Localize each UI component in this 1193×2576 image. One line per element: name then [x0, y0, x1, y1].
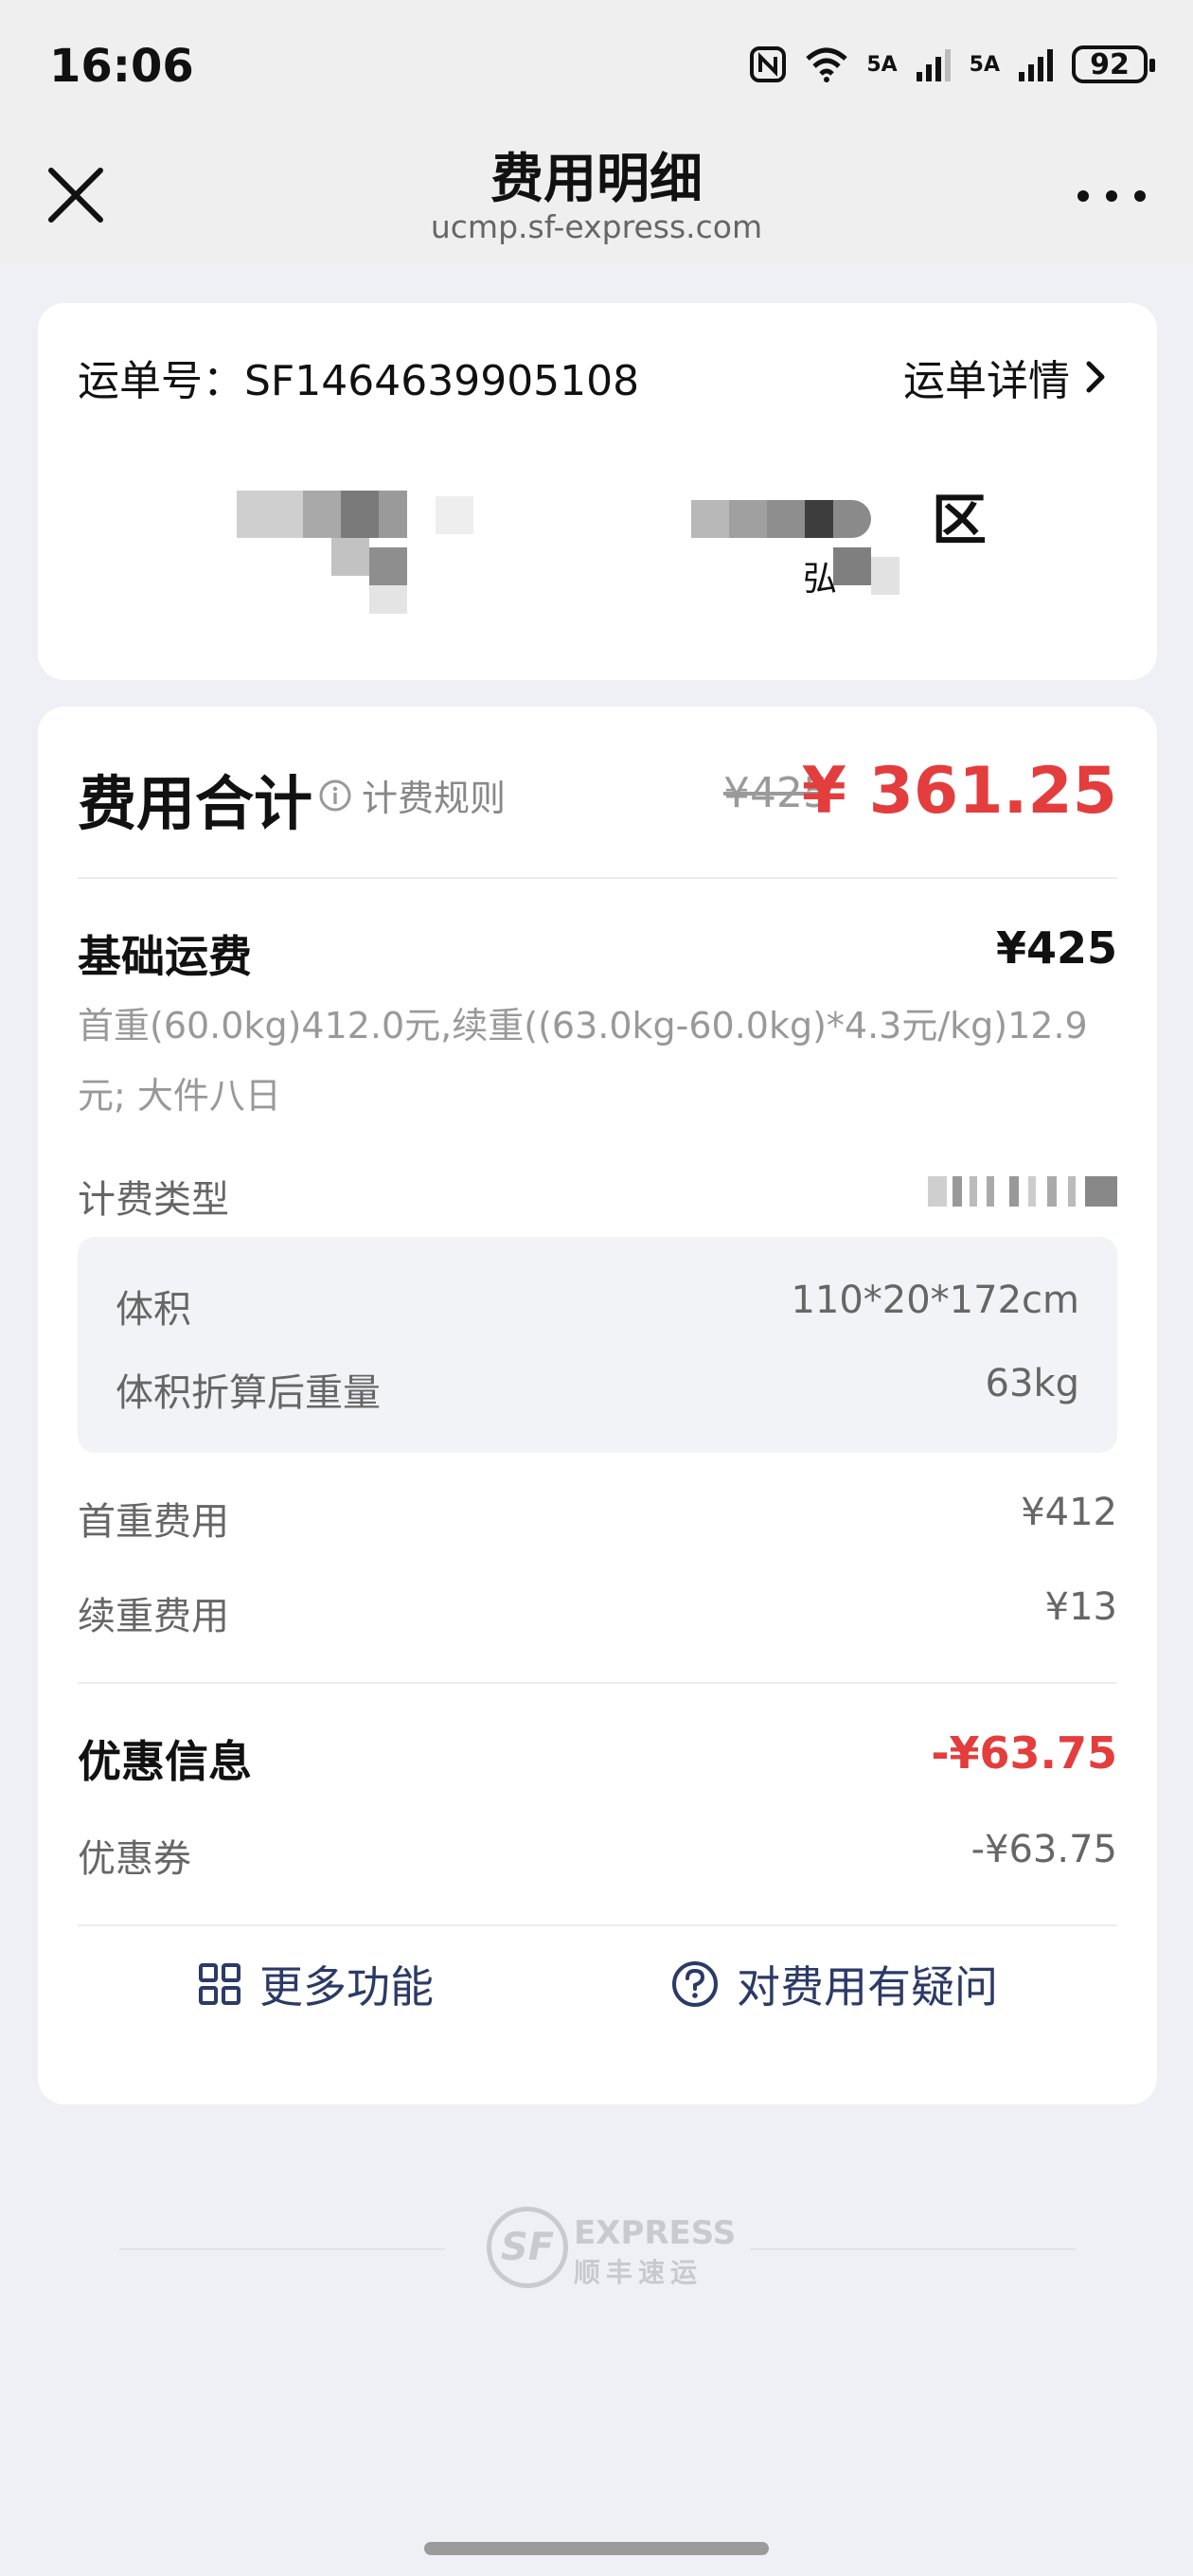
- more-functions-label: 更多功能: [259, 1961, 434, 2012]
- base-fee-description: 首重(60.0kg)412.0元,续重((63.0kg-60.0kg)*4.3元…: [78, 1005, 1088, 1117]
- network-label: 5A: [866, 52, 898, 77]
- more-icon[interactable]: [1074, 182, 1149, 210]
- destination-address-text: 区: [932, 488, 988, 552]
- origin-address-mosaic: [199, 483, 502, 625]
- wifi-icon: [806, 47, 847, 82]
- base-fee-title: 基础运费: [78, 931, 252, 982]
- logo-divider-left: [119, 2248, 445, 2250]
- chevron-right-icon: [1086, 361, 1105, 393]
- status-time: 16:06: [49, 40, 194, 93]
- logo-divider-right: [750, 2248, 1076, 2250]
- grid-icon: [199, 1963, 240, 2005]
- fee-question-button[interactable]: 对费用有疑问: [670, 1953, 998, 2015]
- waybill-detail-link[interactable]: 运单详情: [903, 347, 1110, 407]
- fees-card: 费用合计 计费规则 ¥425 ¥ 361.25 基础运费 ¥425 首重(60.…: [38, 707, 1157, 2104]
- battery-icon: 92: [1072, 45, 1155, 83]
- volume-label: 体积: [116, 1288, 191, 1332]
- divider: [78, 877, 1117, 879]
- final-price: ¥ 361.25: [801, 754, 1117, 829]
- status-icons: 5A 5A 92: [749, 45, 1155, 83]
- sf-express-logo: SF EXPRESS 顺丰速运: [0, 2201, 1193, 2296]
- billing-type-mosaic: [928, 1172, 1117, 1210]
- coupon-label: 优惠券: [78, 1837, 191, 1881]
- info-icon: [319, 779, 351, 811]
- volume-weight-label: 体积折算后重量: [116, 1371, 381, 1415]
- more-functions-button[interactable]: 更多功能: [197, 1953, 434, 2015]
- fee-question-label: 对费用有疑问: [737, 1961, 998, 2012]
- first-weight-label: 首重费用: [78, 1500, 229, 1544]
- extra-weight-value: ¥13: [1044, 1585, 1117, 1629]
- billing-type-label: 计费类型: [78, 1178, 229, 1222]
- discount-amount: -¥63.75: [931, 1727, 1117, 1779]
- discount-title: 优惠信息: [78, 1736, 252, 1787]
- question-icon: [672, 1961, 718, 2007]
- page-title: 费用明细: [490, 149, 703, 210]
- sf-logo-badge: SF: [487, 2207, 568, 2288]
- divider: [78, 1924, 1117, 1926]
- billing-rule-link[interactable]: 计费规则: [318, 769, 506, 821]
- page-url: ucmp.sf-express.com: [430, 208, 763, 245]
- status-bar: 16:06 5A 5A 92: [0, 0, 1193, 133]
- volume-weight-value: 63kg: [985, 1362, 1079, 1405]
- network-label-2: 5A: [969, 52, 1000, 77]
- signal-icon: [916, 49, 951, 81]
- first-weight-value: ¥412: [1021, 1491, 1117, 1534]
- base-fee-amount: ¥425: [995, 922, 1117, 974]
- volume-info-box: 体积 110*20*172cm 体积折算后重量 63kg: [78, 1237, 1117, 1453]
- extra-weight-label: 续重费用: [78, 1595, 229, 1638]
- nfc-icon: [750, 46, 787, 82]
- coupon-value: -¥63.75: [970, 1828, 1117, 1871]
- waybill-number: 运单号：SF1464639905108: [78, 357, 640, 405]
- nav-bar: 费用明细 ucmp.sf-express.com: [0, 133, 1193, 265]
- waybill-detail-label: 运单详情: [903, 357, 1070, 405]
- signal-icon-2: [1019, 49, 1053, 81]
- sf-logo-en: EXPRESS: [574, 2214, 737, 2252]
- billing-rule-label: 计费规则: [362, 778, 507, 819]
- destination-sub-text: 弘: [803, 560, 838, 599]
- fee-total-label: 费用合计: [78, 769, 313, 838]
- waybill-card: 运单号：SF1464639905108 运单详情 区 弘: [38, 303, 1157, 680]
- divider: [78, 1682, 1117, 1684]
- volume-value: 110*20*172cm: [791, 1279, 1079, 1322]
- sf-logo-cn: 顺丰速运: [574, 2257, 703, 2288]
- home-indicator[interactable]: [424, 2542, 769, 2555]
